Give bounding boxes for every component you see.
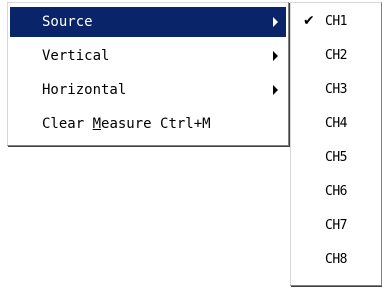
submenu-item-ch2[interactable]: CH2 — [293, 39, 379, 73]
menu-item-horizontal[interactable]: Horizontal — [10, 75, 286, 105]
submenu-item-ch6[interactable]: CH6 — [293, 175, 379, 209]
submenu-arrow-icon — [273, 17, 278, 27]
submenu-item-label: CH6 — [325, 184, 347, 199]
submenu-item-label: CH2 — [325, 48, 347, 63]
menu-item-label: Source — [42, 14, 93, 30]
label-pre: Clear — [42, 116, 93, 132]
submenu-item-label: CH8 — [325, 252, 347, 267]
submenu-item-ch7[interactable]: CH7 — [293, 209, 379, 243]
label-mnemonic: M — [92, 116, 102, 132]
submenu-item-label: CH1 — [325, 14, 347, 29]
submenu-item-label: CH4 — [325, 116, 347, 131]
submenu-item-label: CH3 — [325, 82, 347, 97]
label-post: easure Ctrl+M — [101, 116, 211, 132]
menu-item-source[interactable]: Source — [10, 7, 286, 37]
menu-item-vertical[interactable]: Vertical — [10, 41, 286, 71]
submenu-item-ch8[interactable]: CH8 — [293, 243, 379, 277]
menu-item-label: Horizontal — [42, 82, 127, 98]
submenu-arrow-icon — [273, 85, 278, 95]
submenu-item-ch4[interactable]: CH4 — [293, 107, 379, 141]
submenu-arrow-icon — [273, 51, 278, 61]
menu-item-label: Clear Measure Ctrl+M — [42, 115, 211, 133]
submenu-item-label: CH7 — [325, 218, 347, 233]
menu-item-label: Vertical — [42, 48, 110, 64]
stage: Source Vertical Horizontal Clear Measure… — [0, 0, 382, 288]
submenu-item-ch1[interactable]: ✔ CH1 — [293, 5, 379, 39]
submenu-item-ch5[interactable]: CH5 — [293, 141, 379, 175]
checkmark-icon: ✔ — [303, 13, 315, 29]
source-submenu: ✔ CH1 CH2 CH3 CH4 CH5 CH6 CH7 CH8 — [290, 2, 382, 286]
context-menu: Source Vertical Horizontal Clear Measure… — [7, 2, 289, 146]
menu-item-clear-measure[interactable]: Clear Measure Ctrl+M — [10, 109, 286, 139]
submenu-item-label: CH5 — [325, 150, 347, 165]
submenu-item-ch3[interactable]: CH3 — [293, 73, 379, 107]
